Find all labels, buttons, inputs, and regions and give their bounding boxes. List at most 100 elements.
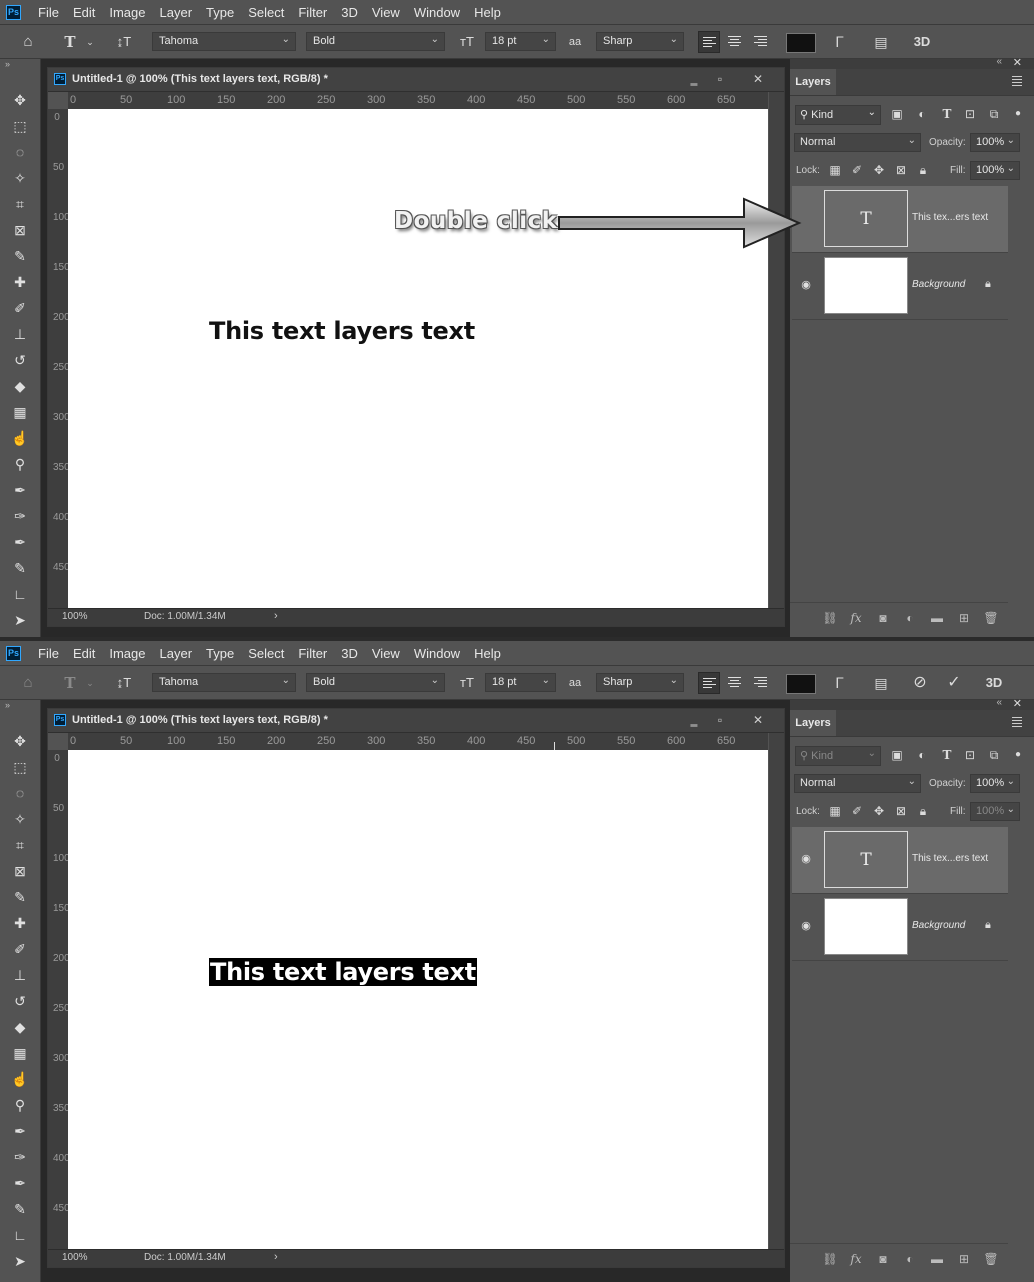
3d-button[interactable]: 3D — [982, 673, 1006, 693]
fx-icon[interactable]: fx — [848, 1251, 864, 1267]
menu-3d[interactable]: 3D — [334, 5, 365, 20]
menu-select[interactable]: Select — [241, 5, 291, 20]
lock-position-icon[interactable]: ✥ — [871, 162, 887, 178]
home-icon[interactable]: ⌂ — [18, 32, 38, 52]
trash-icon[interactable]: 🗑︎ — [983, 1251, 999, 1267]
close-icon[interactable]: ✕ — [747, 712, 769, 728]
chevron-down-icon[interactable]: ⌄ — [80, 32, 100, 52]
panel-menu-icon[interactable] — [1012, 76, 1022, 88]
font-size-select[interactable]: 18 pt ⌄ — [485, 32, 556, 51]
menu-help[interactable]: Help — [467, 646, 508, 661]
menu-image[interactable]: Image — [102, 646, 152, 661]
character-panel-icon[interactable]: ▤ — [871, 673, 891, 693]
opacity-input[interactable]: 100% ⌄ — [970, 774, 1020, 793]
canvas[interactable]: This text layers text — [68, 109, 768, 609]
lock-all-icon[interactable]: 🔒︎ — [915, 162, 931, 178]
smudge-tool-icon[interactable]: ☝ — [10, 428, 30, 448]
font-size-select[interactable]: 18 pt ⌄ — [485, 673, 556, 692]
move-tool-icon[interactable]: ✥ — [10, 90, 30, 110]
layer-thumbnail[interactable] — [824, 257, 908, 314]
lock-position-icon[interactable]: ✥ — [871, 803, 887, 819]
photoshop-logo-icon[interactable]: Ps — [6, 4, 21, 20]
marquee-tool-icon[interactable]: ⬚ — [10, 757, 30, 777]
text-orientation-icon[interactable]: ↨T — [114, 673, 134, 693]
menu-select[interactable]: Select — [241, 646, 291, 661]
anchor-point-tool-icon[interactable]: ✎ — [10, 558, 30, 578]
direct-selection-tool-icon[interactable]: ➤ — [10, 610, 30, 630]
photoshop-logo-icon[interactable]: Ps — [6, 645, 21, 661]
link-layers-icon[interactable]: ⛓ — [822, 1251, 838, 1267]
blend-mode-select[interactable]: Normal ⌄ — [794, 133, 921, 152]
canvas-text-layer[interactable]: This text layers text — [209, 317, 475, 345]
font-family-select[interactable]: Tahoma ⌄ — [152, 32, 296, 51]
fill-input[interactable]: 100% ⌄ — [970, 161, 1020, 180]
menu-file[interactable]: File — [31, 646, 66, 661]
curvature-pen-tool-icon[interactable]: ✒ — [10, 1173, 30, 1193]
type-filter-icon[interactable]: T — [939, 106, 955, 122]
align-left-button[interactable] — [698, 31, 720, 53]
menu-filter[interactable]: Filter — [291, 646, 334, 661]
adjustment-layer-icon[interactable]: ◐ — [902, 610, 918, 626]
freeform-pen-tool-icon[interactable]: ✑ — [10, 1147, 30, 1167]
pen-tool-icon[interactable]: ✒ — [10, 1121, 30, 1141]
menu-layer[interactable]: Layer — [153, 5, 200, 20]
smart-object-filter-icon[interactable]: ⧉ — [986, 106, 1002, 122]
history-brush-tool-icon[interactable]: ↺ — [10, 350, 30, 370]
pixel-filter-icon[interactable]: ▣ — [889, 106, 905, 122]
menu-type[interactable]: Type — [199, 646, 241, 661]
gradient-tool-icon[interactable]: ▦ — [10, 1043, 30, 1063]
lock-transparent-icon[interactable]: ▦ — [827, 803, 843, 819]
close-icon[interactable]: ✕ — [747, 71, 769, 87]
align-right-button[interactable] — [750, 672, 772, 694]
frame-tool-icon[interactable]: ⊠ — [10, 861, 30, 881]
maximize-icon[interactable]: ▫ — [709, 712, 731, 728]
cancel-icon[interactable]: ⊘ — [910, 673, 930, 693]
path-selection-tool-icon[interactable]: ∟ — [10, 1225, 30, 1245]
menu-image[interactable]: Image — [102, 5, 152, 20]
close-icon[interactable]: ✕ — [1013, 697, 1022, 710]
add-mask-icon[interactable]: ◙ — [875, 610, 891, 626]
lock-transparent-icon[interactable]: ▦ — [827, 162, 843, 178]
antialias-select[interactable]: Sharp ⌄ — [596, 32, 684, 51]
clone-stamp-tool-icon[interactable]: ⊥ — [10, 965, 30, 985]
eye-icon[interactable]: ◉ — [798, 279, 814, 291]
opacity-input[interactable]: 100% ⌄ — [970, 133, 1020, 152]
expand-icon[interactable]: » — [5, 700, 10, 710]
type-filter-icon[interactable]: T — [939, 747, 955, 763]
pen-tool-icon[interactable]: ✒ — [10, 480, 30, 500]
type-tool-preset-icon[interactable]: T — [60, 32, 80, 52]
eye-icon[interactable]: ◉ — [798, 853, 814, 865]
font-style-select[interactable]: Bold ⌄ — [306, 32, 445, 51]
clone-stamp-tool-icon[interactable]: ⊥ — [10, 324, 30, 344]
document-tab[interactable]: Ps Untitled-1 @ 100% (This text layers t… — [48, 68, 784, 92]
menu-3d[interactable]: 3D — [334, 646, 365, 661]
filter-toggle-icon[interactable]: ● — [1010, 106, 1026, 122]
eraser-tool-icon[interactable]: ◆ — [10, 376, 30, 396]
eyedropper-tool-icon[interactable]: ✎ — [10, 887, 30, 907]
link-layers-icon[interactable]: ⛓ — [822, 610, 838, 626]
align-center-button[interactable] — [724, 672, 746, 694]
lock-all-icon[interactable]: 🔒︎ — [915, 803, 931, 819]
expand-icon[interactable]: » — [5, 59, 10, 69]
kind-filter-select[interactable]: ⚲ Kind ⌄ — [795, 746, 881, 766]
lock-image-icon[interactable]: ✐ — [849, 162, 865, 178]
chevron-down-icon[interactable]: ⌄ — [80, 673, 100, 693]
chevron-right-icon[interactable]: › — [274, 610, 278, 622]
text-color-swatch[interactable] — [786, 33, 816, 53]
layer-name[interactable]: Background — [912, 920, 965, 931]
new-layer-icon[interactable]: ⊞ — [956, 1251, 972, 1267]
dodge-tool-icon[interactable]: ⚲ — [10, 1095, 30, 1115]
zoom-level[interactable]: 100% — [62, 611, 88, 622]
blend-mode-select[interactable]: Normal ⌄ — [794, 774, 921, 793]
character-panel-icon[interactable]: ▤ — [871, 32, 891, 52]
document-tab[interactable]: Ps Untitled-1 @ 100% (This text layers t… — [48, 709, 784, 733]
align-right-button[interactable] — [750, 31, 772, 53]
menu-edit[interactable]: Edit — [66, 5, 102, 20]
trash-icon[interactable]: 🗑︎ — [983, 610, 999, 626]
warp-text-icon[interactable]: Ꮁ — [830, 673, 850, 693]
align-left-button[interactable] — [698, 672, 720, 694]
font-family-select[interactable]: Tahoma ⌄ — [152, 673, 296, 692]
adjustment-layer-icon[interactable]: ◐ — [902, 1251, 918, 1267]
chevron-right-icon[interactable]: › — [274, 1251, 278, 1263]
layer-name[interactable]: This tex...ers text — [912, 212, 988, 223]
